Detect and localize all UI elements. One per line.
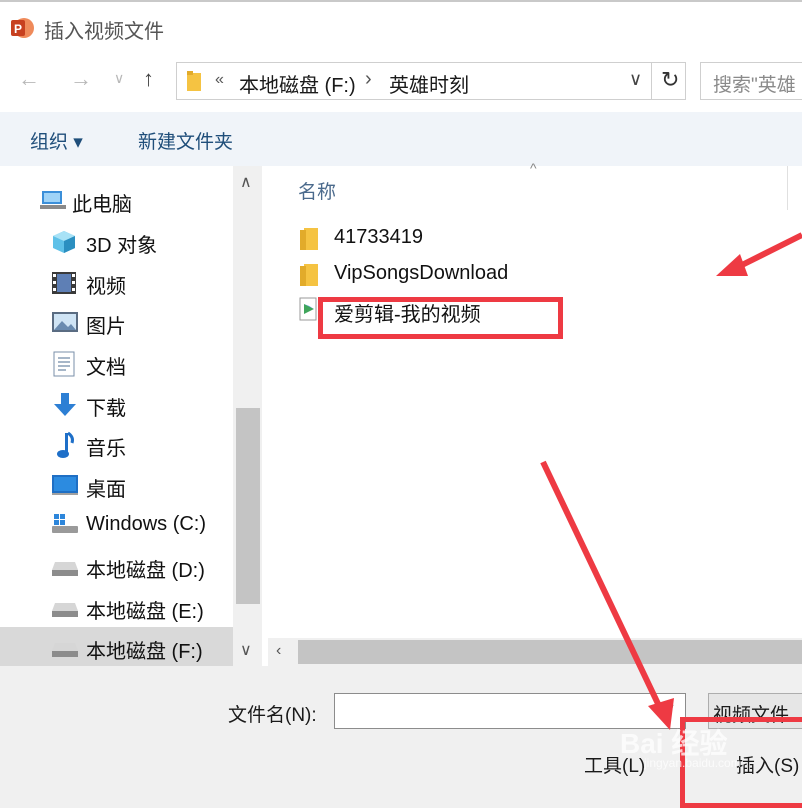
watermark-url: jingyan.baidu.com [644,756,741,770]
annotation-arrows [540,232,802,730]
